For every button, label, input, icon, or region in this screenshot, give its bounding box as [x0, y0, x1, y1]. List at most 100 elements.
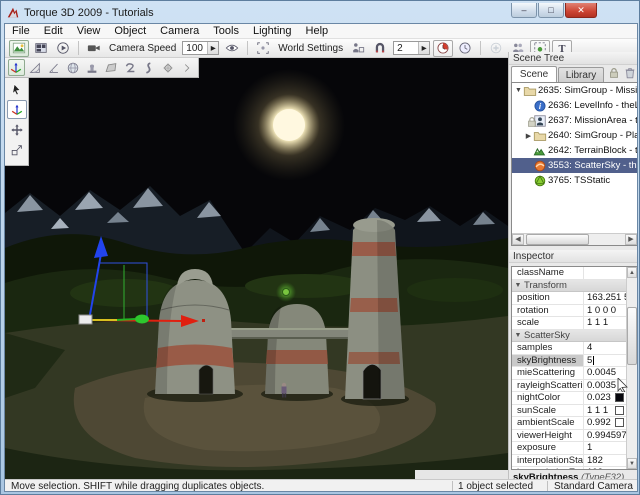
- field-value[interactable]: 5: [584, 355, 626, 366]
- menu-item-file[interactable]: File: [5, 24, 37, 39]
- rotate-tool[interactable]: [7, 120, 27, 139]
- field-value[interactable]: 1 0 0 0: [584, 305, 626, 316]
- mesh-road-tool[interactable]: [159, 59, 176, 76]
- time-of-day-button[interactable]: [433, 40, 453, 57]
- terrain-editor-tool[interactable]: [27, 59, 44, 76]
- group-expander-icon[interactable]: ▼: [512, 332, 524, 339]
- field-value[interactable]: 163.251 533: [584, 292, 626, 303]
- field-value[interactable]: 0.0045: [584, 367, 626, 378]
- torque-logo-icon: [6, 6, 20, 20]
- minimize-icon[interactable]: –: [511, 3, 537, 18]
- tree-expander-icon[interactable]: ▼: [514, 87, 523, 94]
- visibility-button[interactable]: [222, 40, 242, 57]
- scale-tool[interactable]: [7, 140, 27, 159]
- play-game-button[interactable]: [53, 40, 73, 57]
- snap-to-grid-button[interactable]: [370, 40, 390, 57]
- field-value[interactable]: 182: [584, 455, 626, 466]
- terrain-paint-tool[interactable]: [46, 59, 63, 76]
- stamp-tool[interactable]: [84, 59, 101, 76]
- inspector-row-interpolationStart: interpolationStart182: [512, 455, 626, 468]
- tree-expander-icon[interactable]: ▶: [524, 132, 533, 140]
- color-swatch[interactable]: [615, 406, 624, 415]
- cursor-icon: [10, 83, 24, 97]
- landscape-icon: [12, 41, 26, 55]
- camera-to-selection-button[interactable]: [253, 40, 273, 57]
- tree-hscroll-thumb[interactable]: [526, 234, 589, 245]
- status-hint: Move selection. SHIFT while dragging dup…: [5, 481, 452, 492]
- group-expander-icon[interactable]: ▼: [512, 282, 524, 289]
- gui-editor-button[interactable]: [31, 40, 51, 57]
- tree-item-2636[interactable]: i2636: LevelInfo - theLevelInfo: [512, 98, 637, 113]
- scroll-down-icon[interactable]: ▼: [627, 458, 637, 469]
- tool-strip: [5, 78, 29, 166]
- field-value[interactable]: 102: [584, 467, 626, 469]
- gizmo-origin-handle[interactable]: [79, 315, 92, 324]
- field-value[interactable]: 1 1 1: [584, 317, 626, 328]
- add-object-button[interactable]: [486, 40, 506, 57]
- snap-size-input-value[interactable]: 2: [394, 43, 418, 54]
- field-value-text: 163.251 533: [587, 292, 626, 303]
- close-icon[interactable]: ✕: [565, 3, 597, 18]
- tree-hscrollbar[interactable]: ◀ ▶: [512, 233, 637, 245]
- field-value[interactable]: 0.992: [584, 417, 626, 428]
- tree-item-2642[interactable]: 2642: TerrainBlock - theTerrain: [512, 143, 637, 158]
- menu-item-camera[interactable]: Camera: [153, 24, 206, 39]
- menu-item-tools[interactable]: Tools: [206, 24, 246, 39]
- field-value[interactable]: 4▴▾: [584, 342, 626, 354]
- snap-size-input-spinner[interactable]: ▸: [418, 42, 429, 54]
- field-value[interactable]: 0.994597: [584, 430, 626, 441]
- tree-item-3553[interactable]: 3553: ScatterSky - theSky: [512, 158, 637, 173]
- tab-scene[interactable]: Scene: [511, 66, 557, 82]
- inspector-row-viewerHeight: viewerHeight0.994597: [512, 430, 626, 443]
- menu-item-help[interactable]: Help: [299, 24, 336, 39]
- maximize-icon[interactable]: □: [538, 3, 564, 18]
- color-swatch[interactable]: [615, 418, 624, 427]
- camera-speed-input-value[interactable]: 100: [183, 43, 207, 54]
- road-editor-tool[interactable]: [121, 59, 138, 76]
- time-button[interactable]: [455, 40, 475, 57]
- object-editor-tool[interactable]: [8, 59, 25, 76]
- menu-item-view[interactable]: View: [70, 24, 108, 39]
- inspector-group-scattersky[interactable]: ▼ScatterSky: [512, 330, 626, 343]
- tree-hscroll-track[interactable]: [524, 234, 625, 245]
- inspector-vscrollbar[interactable]: ▲ ▼: [626, 267, 637, 469]
- drop-player-button[interactable]: [348, 40, 368, 57]
- menu-item-object[interactable]: Object: [107, 24, 153, 39]
- world-settings-label: World Settings: [278, 43, 343, 54]
- trash-icon[interactable]: [623, 66, 637, 80]
- lock-icon[interactable]: [607, 66, 621, 80]
- field-value[interactable]: 1 1 1: [584, 405, 626, 416]
- field-value[interactable]: 1: [584, 442, 626, 453]
- world-editor-button[interactable]: [9, 40, 29, 57]
- material-editor-tool[interactable]: [65, 59, 82, 76]
- select-tool[interactable]: [7, 80, 27, 99]
- field-value-text: 4: [587, 342, 592, 353]
- camera-speed-input[interactable]: 100▸: [182, 41, 219, 55]
- group-label: Transform: [524, 280, 567, 291]
- gizmo-y-axis[interactable]: [117, 319, 135, 320]
- field-value[interactable]: 0.023: [584, 392, 626, 403]
- tree-item-3765[interactable]: 3765: TSStatic: [512, 173, 637, 188]
- river-editor-tool[interactable]: [140, 59, 157, 76]
- viewport[interactable]: [5, 58, 508, 479]
- menu-item-edit[interactable]: Edit: [37, 24, 70, 39]
- inspector-group-transform[interactable]: ▼Transform: [512, 280, 626, 293]
- scroll-left-icon[interactable]: ◀: [512, 234, 524, 245]
- inspector-row-interpolationEnd: interpolationEnd102: [512, 467, 626, 469]
- terrain-sheet-tool[interactable]: [103, 59, 120, 76]
- scroll-right-icon[interactable]: ▶: [625, 234, 637, 245]
- scroll-up-icon[interactable]: ▲: [627, 267, 637, 278]
- toolbar-overflow-chevron[interactable]: [178, 59, 195, 76]
- snap-size-input[interactable]: 2▸: [393, 41, 430, 55]
- camera-speed-input-spinner[interactable]: ▸: [207, 42, 218, 54]
- tree-item-2637[interactable]: 2637: MissionArea - theMis: [512, 113, 637, 128]
- tree-item-label: 2635: SimGroup - MissionGroup: [538, 85, 637, 96]
- title-bar[interactable]: Torque 3D 2009 - Tutorials – □ ✕: [6, 3, 635, 22]
- move-tool[interactable]: [7, 100, 27, 119]
- inspector-vscroll-thumb[interactable]: [627, 307, 637, 365]
- tree-item-2640[interactable]: ▶2640: SimGroup - PlayerDropP: [512, 128, 637, 143]
- menu-item-lighting[interactable]: Lighting: [246, 24, 299, 39]
- tab-library[interactable]: Library: [558, 67, 604, 82]
- tree-item-2635[interactable]: ▼ 2635: SimGroup - MissionGroup: [512, 83, 637, 98]
- color-swatch[interactable]: [615, 393, 624, 402]
